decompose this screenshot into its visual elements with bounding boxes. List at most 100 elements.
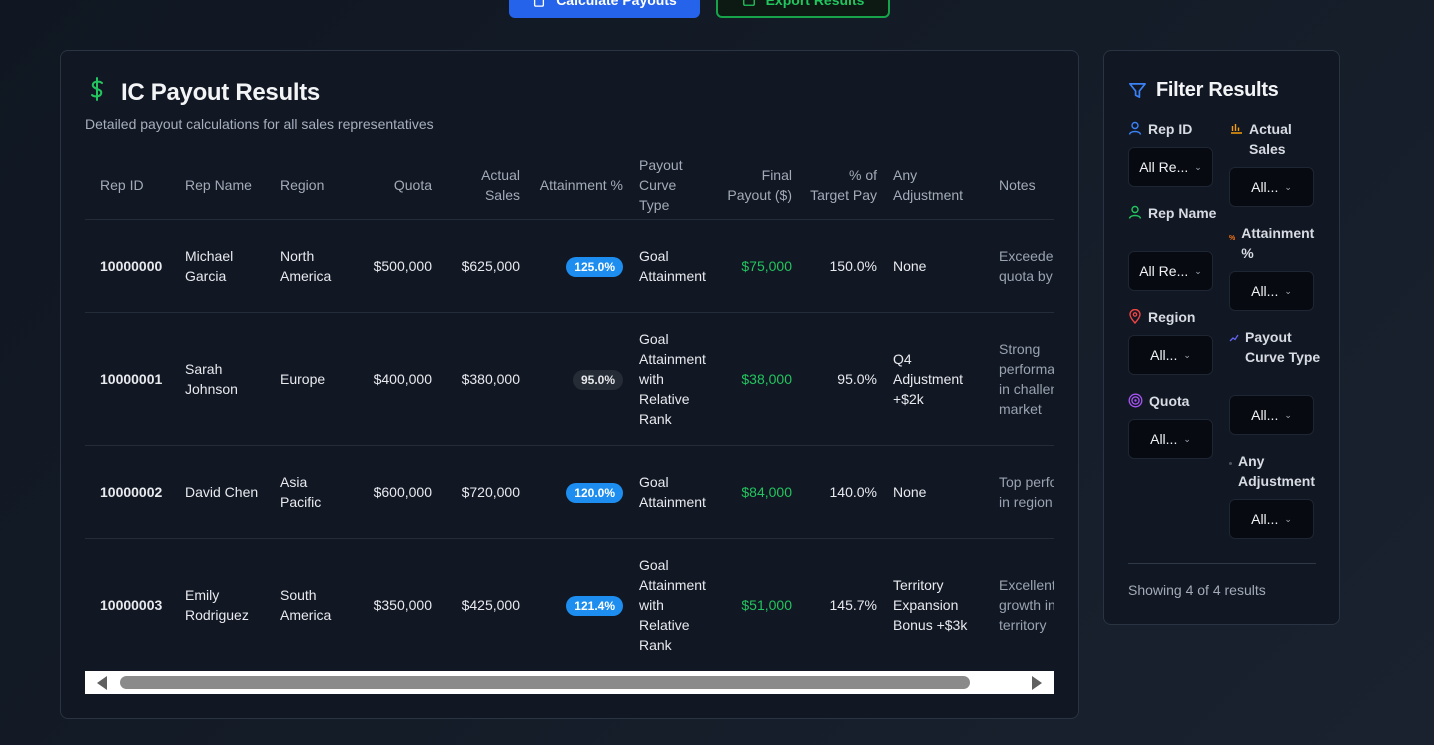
filter-select-curve-type[interactable]: All... ⌄ [1229, 395, 1314, 435]
chevron-down-icon: ⌄ [1194, 161, 1202, 172]
attainment-badge: 125.0% [566, 256, 623, 277]
filter-label-region: Region [1128, 307, 1218, 327]
cell-attainment: 120.0% [528, 445, 631, 539]
filter-select-rep-name[interactable]: All Re... ⌄ [1128, 251, 1213, 291]
filter-select-rep-id[interactable]: All Re... ⌄ [1128, 147, 1213, 187]
filter-select-value: All... [1251, 283, 1279, 299]
filter-select-attainment[interactable]: All... ⌄ [1229, 271, 1314, 311]
filter-divider [1128, 563, 1316, 564]
col-header-actual-sales[interactable]: Actual Sales [440, 151, 528, 220]
table-row: 10000003 Emily Rodriguez South America $… [85, 538, 1054, 662]
filter-select-quota[interactable]: All... ⌄ [1128, 419, 1213, 459]
cell-attainment: 121.4% [528, 538, 631, 662]
filter-label-quota: Quota [1128, 391, 1218, 411]
horizontal-scrollbar[interactable] [85, 671, 1054, 694]
cell-region: South America [272, 538, 352, 662]
filter-select-region[interactable]: All... ⌄ [1128, 335, 1213, 375]
col-header-curve-type[interactable]: Payout Curve Type [631, 151, 718, 220]
filter-label-text: Quota [1149, 393, 1190, 409]
cell-rep-id: 10000000 [85, 219, 177, 313]
table-row: 10000002 David Chen Asia Pacific $600,00… [85, 445, 1054, 539]
cell-adjustment: None [885, 219, 991, 313]
payout-table-container[interactable]: Rep ID Rep Name Region Quota Actual Sale… [85, 151, 1054, 662]
filter-label-text: Actual Sales [1249, 121, 1292, 157]
filter-label-attainment: % Attainment % [1229, 223, 1324, 263]
cell-notes: Exceeded quota by 25% [991, 219, 1054, 313]
cell-rep-name: Sarah Johnson [177, 312, 272, 446]
col-header-quota[interactable]: Quota [352, 151, 440, 220]
percent-icon: % [1229, 235, 1236, 242]
cell-final-payout: $38,000 [718, 312, 800, 446]
calculate-payouts-button[interactable]: Calculate Payouts [509, 0, 700, 18]
col-header-adjustment[interactable]: Any Adjustment [885, 151, 991, 220]
cell-region: Asia Pacific [272, 445, 352, 539]
chevron-down-icon: ⌄ [1284, 409, 1292, 420]
cell-target-pay: 150.0% [800, 219, 885, 313]
scroll-right-arrow-icon[interactable] [1032, 676, 1042, 690]
filter-label-text: Rep Name [1148, 205, 1217, 221]
filter-select-value: All Re... [1139, 159, 1189, 175]
cell-notes: Strong performance in challenging market [991, 312, 1054, 446]
attainment-badge: 121.4% [566, 595, 623, 616]
cell-quota: $400,000 [352, 312, 440, 446]
user-icon [1128, 205, 1142, 219]
dollar-icon [85, 77, 109, 108]
cell-notes: Top performer in region [991, 445, 1054, 539]
cell-actual-sales: $720,000 [440, 445, 528, 539]
cell-adjustment: None [885, 445, 991, 539]
filter-label-actual-sales: Actual Sales [1229, 119, 1324, 159]
results-header: IC Payout Results [85, 77, 320, 108]
filter-label-text: Region [1148, 309, 1196, 325]
filter-select-adjustment[interactable]: All... ⌄ [1229, 499, 1314, 539]
scroll-left-arrow-icon[interactable] [97, 676, 107, 690]
col-header-rep-name[interactable]: Rep Name [177, 151, 272, 220]
col-header-rep-id[interactable]: Rep ID [85, 151, 177, 220]
cell-actual-sales: $425,000 [440, 538, 528, 662]
col-header-final-payout[interactable]: Final Payout ($) [718, 151, 800, 220]
payout-results-card: IC Payout Results Detailed payout calcul… [60, 50, 1079, 719]
adjustment-icon [1229, 462, 1232, 465]
trend-line-icon [1229, 334, 1239, 342]
cell-target-pay: 95.0% [800, 312, 885, 446]
scrollbar-thumb[interactable] [120, 676, 970, 689]
filter-icon [1129, 82, 1146, 99]
table-row: 10000000 Michael Garcia North America $5… [85, 219, 1054, 313]
cell-quota: $500,000 [352, 219, 440, 313]
filter-label-text: Any Adjustment [1238, 453, 1315, 489]
cell-attainment: 95.0% [528, 312, 631, 446]
filter-label-text: Payout Curve Type [1245, 329, 1321, 365]
calculator-icon [534, 0, 545, 7]
export-results-button[interactable]: Export Results [716, 0, 890, 18]
cell-curve-type: Goal Attainment with Relative Rank [631, 312, 718, 446]
cell-final-payout: $51,000 [718, 538, 800, 662]
filter-header: Filter Results [1128, 79, 1279, 102]
target-icon [1128, 393, 1143, 408]
cell-target-pay: 140.0% [800, 445, 885, 539]
cell-actual-sales: $380,000 [440, 312, 528, 446]
bar-chart-icon [1231, 124, 1242, 134]
results-count: Showing 4 of 4 results [1128, 582, 1266, 598]
cell-rep-id: 10000003 [85, 538, 177, 662]
filter-select-actual-sales[interactable]: All... ⌄ [1229, 167, 1314, 207]
payout-table: Rep ID Rep Name Region Quota Actual Sale… [85, 151, 1054, 662]
col-header-attainment[interactable]: Attainment % [528, 151, 631, 220]
col-header-target-pay[interactable]: % of Target Pay [800, 151, 885, 220]
attainment-badge: 95.0% [572, 369, 623, 390]
filter-label-rep-id: Rep ID [1128, 119, 1218, 139]
cell-rep-name: Michael Garcia [177, 219, 272, 313]
filter-label-curve-type: Payout Curve Type [1229, 327, 1324, 367]
col-header-notes[interactable]: Notes [991, 151, 1054, 220]
cell-curve-type: Goal Attainment with Relative Rank [631, 538, 718, 662]
cell-adjustment: Q4 Adjustment +$2k [885, 312, 991, 446]
results-subtitle: Detailed payout calculations for all sal… [85, 116, 434, 132]
filter-label-rep-name: Rep Name [1128, 203, 1218, 223]
table-row: 10000001 Sarah Johnson Europe $400,000 $… [85, 312, 1054, 446]
cell-actual-sales: $625,000 [440, 219, 528, 313]
cell-rep-name: David Chen [177, 445, 272, 539]
col-header-region[interactable]: Region [272, 151, 352, 220]
filter-results-card: Filter Results Rep ID All Re... ⌄ Actual … [1103, 50, 1340, 625]
filter-label-text: Rep ID [1148, 121, 1193, 137]
filter-label-text: Attainment % [1241, 225, 1315, 261]
filter-select-value: All... [1251, 511, 1279, 527]
chevron-down-icon: ⌄ [1194, 265, 1202, 276]
